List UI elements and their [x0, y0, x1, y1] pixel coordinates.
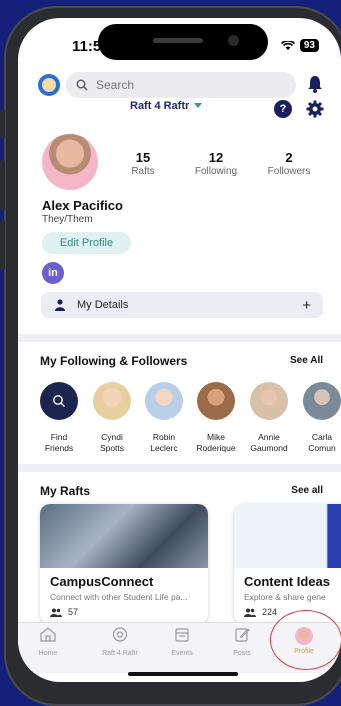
person-name: Mike Roderique	[196, 432, 236, 454]
raft-card[interactable]: CampusConnect Connect with other Student…	[40, 504, 208, 624]
raft-member-count: 57	[68, 607, 79, 617]
app-logo-avatar[interactable]	[38, 74, 60, 96]
stat-value: 15	[135, 150, 151, 165]
people-icon	[50, 608, 62, 617]
stat-label: Followers	[267, 166, 311, 177]
person-name: Annie Gaumond	[250, 432, 288, 454]
stat-label: Rafts	[131, 166, 155, 177]
avatar	[250, 382, 288, 420]
search-icon	[53, 395, 65, 407]
section-divider	[18, 464, 341, 472]
person-item[interactable]: Robin Leclerc	[135, 382, 193, 454]
rafts-see-all-link[interactable]: See all	[291, 485, 323, 496]
stat-following[interactable]: 12 Following	[181, 150, 251, 177]
status-icons: 93	[280, 39, 319, 52]
nav-label: Home	[38, 650, 58, 657]
raft-cover-image	[234, 504, 341, 568]
avatar	[40, 382, 78, 420]
raft-title: CampusConnect	[50, 574, 154, 589]
search-bar[interactable]	[66, 72, 296, 98]
gear-icon[interactable]	[306, 100, 324, 118]
my-details-label: My Details	[77, 299, 129, 311]
following-section-title: My Following & Followers	[40, 354, 188, 368]
raft-title: Content Ideas	[244, 574, 330, 589]
stat-label: Following	[194, 166, 238, 177]
rafts-section-title: My Rafts	[40, 484, 91, 498]
avatar	[145, 382, 183, 420]
nav-label: Posts	[233, 650, 251, 657]
raft-members: 57	[50, 607, 198, 617]
person-item[interactable]: Mike Roderique	[187, 382, 245, 454]
raft-icon	[112, 627, 128, 642]
find-friends-button[interactable]: Find Friends	[30, 382, 88, 454]
person-name: Robin Leclerc	[150, 432, 178, 454]
person-name: Carla Comun	[308, 432, 336, 454]
profile-photo[interactable]	[42, 134, 98, 190]
raft-cover-image	[40, 504, 208, 568]
edit-profile-button[interactable]: Edit Profile	[42, 232, 131, 254]
phone-side-button	[0, 220, 5, 270]
person-icon	[55, 299, 65, 311]
my-details-row[interactable]: My Details +	[41, 292, 323, 318]
people-icon	[244, 608, 256, 617]
phone-side-button	[0, 160, 5, 210]
plus-icon: +	[302, 296, 311, 314]
stat-value: 12	[208, 150, 224, 165]
battery-indicator: 93	[299, 39, 319, 52]
person-name: Cyndi Spotts	[99, 432, 125, 454]
community-row: Raft 4 Raftr ?	[18, 100, 341, 122]
raft-member-count: 224	[262, 607, 278, 617]
raft-description: Explore & share gene	[244, 592, 326, 602]
edit-icon	[234, 628, 250, 642]
home-indicator	[128, 672, 238, 676]
following-see-all-link[interactable]: See All	[290, 355, 323, 366]
highlight-annotation	[270, 610, 341, 670]
person-item[interactable]: Annie Gaumond	[240, 382, 298, 454]
chevron-down-icon	[194, 103, 203, 108]
stat-value: 2	[285, 150, 293, 165]
section-divider	[18, 334, 341, 342]
phone-side-button	[0, 110, 5, 138]
stat-rafts[interactable]: 15 Rafts	[108, 150, 178, 177]
profile-pronouns: They/Them	[42, 214, 93, 225]
avatar	[197, 382, 235, 420]
person-item[interactable]: Cyndi Spotts	[83, 382, 141, 454]
community-name: Raft 4 Raftr	[130, 100, 190, 112]
dynamic-island	[98, 24, 268, 60]
top-bar	[18, 72, 341, 102]
raft-card[interactable]: Content Ideas Explore & share gene 224	[234, 504, 341, 624]
app-screen: 11:59 93 Raft 4 Raftr ? 15 Rafts 12 Foll…	[18, 18, 341, 682]
stat-followers[interactable]: 2 Followers	[254, 150, 324, 177]
nav-posts[interactable]: Posts	[212, 627, 272, 657]
calendar-icon	[175, 628, 189, 642]
nav-home[interactable]: Home	[18, 627, 78, 657]
nav-label: Events	[171, 650, 193, 657]
search-icon	[76, 79, 88, 91]
avatar	[303, 382, 341, 420]
person-item[interactable]: Carla Comun	[293, 382, 341, 454]
linkedin-icon[interactable]: in	[42, 262, 64, 284]
help-icon[interactable]: ?	[274, 100, 292, 118]
nav-label: Raft 4 Raftr	[102, 650, 138, 657]
nav-events[interactable]: Events	[152, 627, 212, 657]
nav-community[interactable]: Raft 4 Raftr	[90, 627, 150, 657]
community-selector[interactable]: Raft 4 Raftr	[130, 100, 203, 112]
bell-icon[interactable]	[306, 74, 324, 94]
raft-description: Connect with other Student Life pa...	[50, 592, 188, 602]
home-icon	[40, 627, 56, 642]
wifi-icon	[280, 40, 295, 50]
avatar	[93, 382, 131, 420]
search-input[interactable]	[94, 77, 278, 93]
profile-name: Alex Pacifico	[42, 198, 123, 213]
person-name: Find Friends	[44, 432, 74, 454]
